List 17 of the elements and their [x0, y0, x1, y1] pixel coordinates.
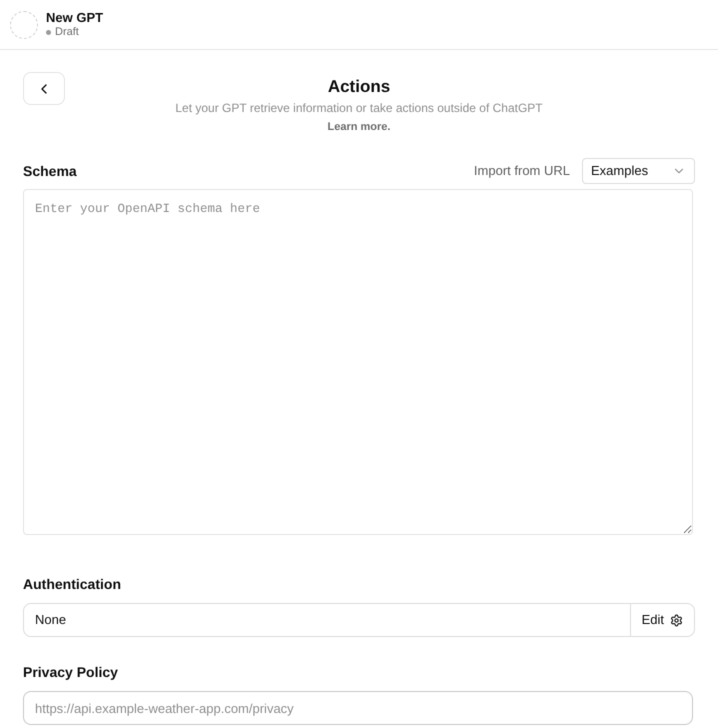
authentication-value: None: [34, 611, 68, 630]
avatar-placeholder: [10, 10, 38, 38]
page-subtitle: Let your GPT retrieve information or take actions outside of ChatGPT: [175, 100, 543, 116]
back-button[interactable]: [23, 72, 65, 105]
import-from-url-link[interactable]: Import from URL: [474, 161, 570, 181]
privacy-policy-field[interactable]: https://api.example-weather-app.com/privacy: [23, 691, 693, 725]
status-label: Draft: [55, 26, 79, 40]
schema-editor[interactable]: Enter your OpenAPI schema here: [23, 189, 693, 535]
privacy-policy-label: Privacy Policy: [23, 664, 118, 680]
settings-icon: [670, 614, 683, 626]
examples-dropdown[interactable]: Examples: [582, 158, 695, 184]
edit-button[interactable]: Edit: [630, 604, 694, 636]
page-title: Actions: [328, 76, 390, 98]
authentication-label: Authentication: [23, 576, 121, 592]
schema-label: Schema: [23, 162, 77, 180]
learn-more-link[interactable]: Learn more.: [328, 116, 390, 138]
gpt-name: New GPT: [46, 10, 104, 26]
